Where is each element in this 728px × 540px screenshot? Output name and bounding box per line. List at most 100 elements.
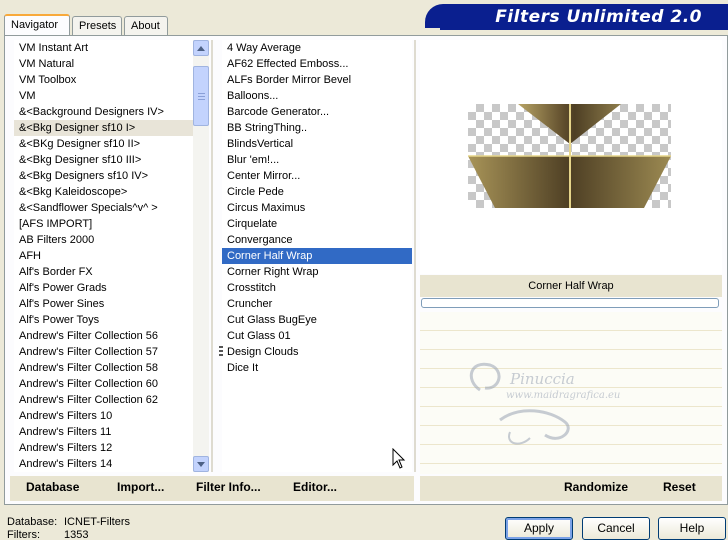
cancel-button[interactable]: Cancel (582, 517, 650, 540)
chevron-up-icon (197, 45, 205, 51)
filters-count-value: 1353 (64, 529, 89, 540)
category-list-item[interactable]: VM Instant Art (14, 40, 194, 56)
category-list-item[interactable]: Andrew's Filters 10 (14, 408, 194, 424)
filter-list-item[interactable]: ALFs Border Mirror Bevel (222, 72, 412, 88)
filter-list-item[interactable]: Dice It (222, 360, 412, 376)
category-list-item[interactable]: &<Bkg Designers sf10 IV> (14, 168, 194, 184)
preview-action-bar: Randomize Reset (420, 476, 722, 501)
apply-button-label: Apply (523, 521, 555, 535)
list-action-bar: Database Import... Filter Info... Editor… (10, 476, 414, 501)
filter-list-item[interactable]: Cruncher (222, 296, 412, 312)
filter-list-item[interactable]: BB StringThing.. (222, 120, 412, 136)
filter-list-item[interactable]: Crosstitch (222, 280, 412, 296)
app-title-banner: Filters Unlimited 2.0 (425, 4, 728, 28)
category-list-item[interactable]: &<Bkg Designer sf10 III> (14, 152, 194, 168)
category-list-item[interactable]: Andrew's Filter Collection 60 (14, 376, 194, 392)
filter-list-item[interactable]: 4 Way Average (222, 40, 412, 56)
category-list-item[interactable]: Andrew's Filter Collection 62 (14, 392, 194, 408)
database-button[interactable]: Database (26, 480, 79, 494)
category-list-item[interactable]: [AFS IMPORT] (14, 216, 194, 232)
tab-navigator[interactable]: Navigator (4, 14, 70, 37)
filter-list-item[interactable]: AF62 Effected Emboss... (222, 56, 412, 72)
category-list-item[interactable]: VM Natural (14, 56, 194, 72)
category-list-item[interactable]: Andrew's Filters 11 (14, 424, 194, 440)
scroll-up-button[interactable] (193, 40, 209, 56)
scroll-down-button[interactable] (193, 456, 209, 472)
scroll-thumb[interactable] (193, 66, 209, 126)
tab-about[interactable]: About (124, 16, 168, 36)
filter-list-item[interactable]: Cut Glass BugEye (222, 312, 412, 328)
category-list-item[interactable]: Alf's Power Sines (14, 296, 194, 312)
filter-list-item[interactable]: Convergance (222, 232, 412, 248)
category-list-item[interactable]: &<Background Designers IV> (14, 104, 194, 120)
tab-presets-label: Presets (79, 20, 117, 32)
filter-list-item[interactable]: Cut Glass 01 (222, 328, 412, 344)
filter-list-item[interactable]: Circus Maximus (222, 200, 412, 216)
filter-list-item[interactable]: BlindsVertical (222, 136, 412, 152)
preview-filter-name: Corner Half Wrap (420, 275, 722, 297)
database-status-label: Database: (7, 516, 58, 528)
category-list-item[interactable]: Alf's Power Grads (14, 280, 194, 296)
banner-underline (440, 28, 728, 30)
filter-list-item[interactable]: Design Clouds (222, 344, 412, 360)
category-list-item[interactable]: Alf's Border FX (14, 264, 194, 280)
help-button-label: Help (679, 521, 705, 535)
parameter-row (420, 349, 722, 350)
list-divider (211, 40, 213, 472)
preview-area (420, 40, 722, 274)
filter-list-item[interactable]: Corner Right Wrap (222, 264, 412, 280)
category-list-item[interactable]: Andrew's Filter Collection 56 (14, 328, 194, 344)
import-button-label: Import... (117, 480, 165, 494)
import-button[interactable]: Import... (117, 480, 164, 494)
filters-count-label: Filters: (7, 529, 40, 540)
filter-list-item[interactable]: Blur 'em!... (222, 152, 412, 168)
filter-list-item[interactable]: Cirquelate (222, 216, 412, 232)
status-info: Database: ICNET-Filters Filters: 1353 (7, 516, 130, 540)
filter-list-item[interactable]: Circle Pede (222, 184, 412, 200)
preview-divider (414, 40, 416, 472)
mouse-pointer-icon (392, 448, 406, 469)
category-list-item[interactable]: Andrew's Filters 12 (14, 440, 194, 456)
category-list-item[interactable]: &<BKg Designer sf10 II> (14, 136, 194, 152)
apply-button[interactable]: Apply (505, 517, 573, 540)
category-list-item[interactable]: &<Bkg Designer sf10 I> (14, 120, 194, 136)
category-list-item[interactable]: VM (14, 88, 194, 104)
preview-shape (468, 104, 671, 208)
category-list-item[interactable]: Andrew's Filter Collection 58 (14, 360, 194, 376)
editor-button-label: Editor... (293, 480, 338, 494)
filter-list-item[interactable]: Center Mirror... (222, 168, 412, 184)
category-list-item[interactable]: Andrew's Filters 14 (14, 456, 194, 472)
category-list-item[interactable]: AB Filters 2000 (14, 232, 194, 248)
watermark-name: Pinuccia (510, 370, 575, 388)
progress-bar (421, 298, 719, 308)
category-list-item[interactable]: Andrew's Filter Collection 57 (14, 344, 194, 360)
category-list[interactable]: VM Instant Art VM Natural VM Toolbox VM &<Ba… (14, 40, 194, 472)
preview-image (468, 104, 671, 208)
cancel-button-label: Cancel (597, 521, 635, 535)
filter-list-item[interactable]: Balloons... (222, 88, 412, 104)
database-status-value: ICNET-Filters (64, 516, 130, 528)
category-list-item[interactable]: VM Toolbox (14, 72, 194, 88)
filter-info-button-label: Filter Info... (196, 480, 261, 494)
filter-list-item[interactable]: Corner Half Wrap (222, 248, 412, 264)
database-button-label: Database (26, 480, 80, 494)
category-list-item[interactable]: &<Bkg Kaleidoscope> (14, 184, 194, 200)
filter-info-button[interactable]: Filter Info... (196, 480, 261, 494)
filter-list-item[interactable]: Barcode Generator... (222, 104, 412, 120)
reset-button-label: Reset (663, 480, 696, 494)
tab-presets[interactable]: Presets (72, 16, 122, 36)
parameter-row (420, 330, 722, 331)
list-resize-handle[interactable] (219, 346, 223, 360)
parameter-row (420, 463, 722, 464)
category-scrollbar[interactable] (193, 40, 209, 472)
editor-button[interactable]: Editor... (293, 480, 337, 494)
randomize-button[interactable]: Randomize (564, 480, 628, 494)
category-list-item[interactable]: Alf's Power Toys (14, 312, 194, 328)
help-button[interactable]: Help (658, 517, 726, 540)
tab-navigator-label: Navigator (11, 19, 59, 31)
category-list-item[interactable]: &<Sandflower Specials^v^ > (14, 200, 194, 216)
category-list-item[interactable]: AFH (14, 248, 194, 264)
tab-about-label: About (131, 20, 160, 32)
filter-list[interactable]: 4 Way Average AF62 Effected Emboss... ALFs… (222, 40, 412, 472)
reset-button[interactable]: Reset (663, 480, 696, 494)
